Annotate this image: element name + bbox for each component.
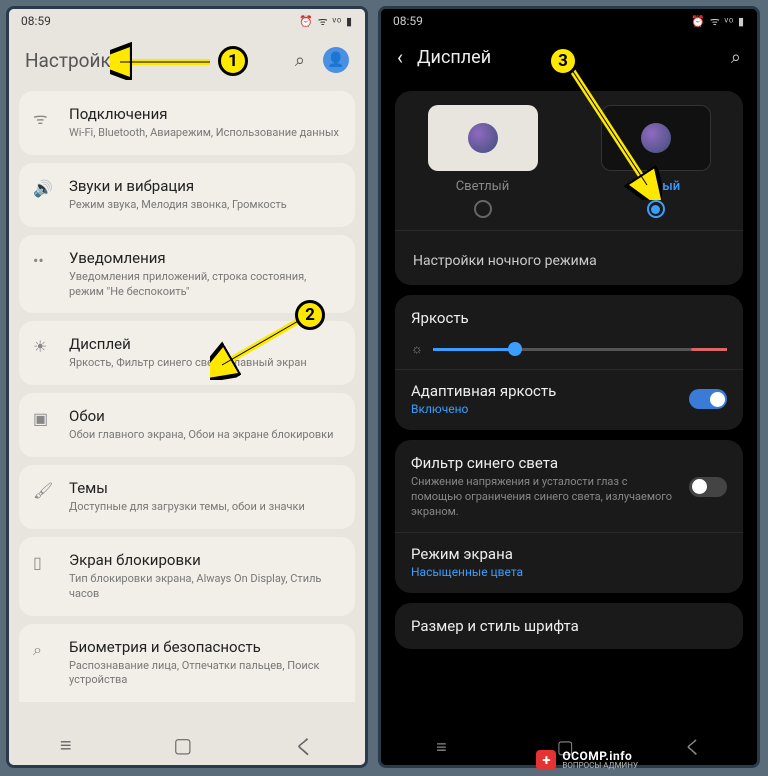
brightness-icon: ☀ [33, 337, 47, 356]
theme-light-label: Светлый [411, 179, 554, 194]
biometrics-item[interactable]: ⌕ Биометрия и безопасность Распознавание… [19, 624, 355, 703]
item-title: Дисплей [69, 335, 343, 353]
lockscreen-icon: ▯ [33, 553, 42, 572]
slider-track[interactable] [433, 348, 727, 351]
screen-mode-value: Насыщенные цвета [411, 565, 727, 579]
watermark-icon: + [536, 750, 556, 770]
status-bar: 08:59 ⏰ ᯤ ᵛᵒ ▮ [381, 9, 757, 33]
bluefilter-card: Фильтр синего света Снижение напряжения … [395, 440, 743, 593]
bluefilter-toggle[interactable] [689, 477, 727, 497]
item-title: Экран блокировки [69, 551, 343, 569]
annotation-marker-2: 2 [295, 300, 325, 330]
adaptive-title: Адаптивная яркость [411, 382, 556, 400]
annotation-marker-1: 1 [218, 46, 248, 76]
account-avatar-icon[interactable]: 👤 [323, 47, 349, 73]
item-subtitle: Распознавание лица, Отпечатки пальцев, П… [69, 659, 343, 689]
settings-header: Настройки ⌕ 👤 [9, 33, 365, 83]
bluefilter-sub: Снижение напряжения и усталости глаз с п… [411, 475, 677, 520]
item-subtitle: Тип блокировки экрана, Always On Display… [69, 572, 343, 602]
sun-icon: ☼ [411, 341, 423, 357]
theme-card: Светлый Темный Настройки ночного режима [395, 91, 743, 285]
bluefilter-row[interactable]: Фильтр синего света Снижение напряжения … [411, 454, 727, 520]
brightness-label: Яркость [411, 309, 727, 327]
theme-dark-option[interactable]: Темный [584, 105, 727, 218]
adaptive-state: Включено [411, 402, 556, 416]
status-icons: ⏰ ᯤ ᵛᵒ ▮ [299, 14, 353, 29]
theme-dark-label: Темный [584, 179, 727, 194]
display-settings-screen: 08:59 ⏰ ᯤ ᵛᵒ ▮ ‹ Дисплей ⌕ Светлый Темны… [378, 6, 760, 768]
watermark-sub: ВОПРОСЫ АДМИНУ [562, 761, 638, 770]
slider-thumb[interactable] [508, 342, 522, 356]
home-button[interactable]: ▢ [173, 733, 192, 757]
adaptive-brightness-row[interactable]: Адаптивная яркость Включено [411, 382, 727, 416]
lockscreen-item[interactable]: ▯ Экран блокировки Тип блокировки экрана… [19, 537, 355, 616]
font-size-title: Размер и стиль шрифта [411, 617, 727, 635]
item-subtitle: Доступные для загрузки темы, обои и знач… [69, 500, 343, 515]
settings-title: Настройки [25, 49, 295, 72]
display-item[interactable]: ☀ Дисплей Яркость, Фильтр синего света, … [19, 321, 355, 385]
status-icons: ⏰ ᯤ ᵛᵒ ▮ [691, 14, 745, 29]
security-icon: ⌕ [33, 640, 42, 660]
item-title: Звуки и вибрация [69, 177, 343, 195]
themes-icon: 🖌 [33, 481, 53, 500]
theme-dark-thumb [601, 105, 711, 171]
status-time: 08:59 [393, 14, 423, 28]
theme-light-radio[interactable] [474, 200, 492, 218]
screen-mode-row[interactable]: Режим экрана Насыщенные цвета [411, 545, 727, 579]
android-nav-bar: ≡ ▢ く [9, 725, 365, 765]
brightness-slider[interactable]: ☼ [411, 341, 727, 357]
notification-icon: •• [33, 251, 44, 270]
font-card[interactable]: Размер и стиль шрифта [395, 603, 743, 649]
status-time: 08:59 [21, 14, 51, 28]
settings-screen: 08:59 ⏰ ᯤ ᵛᵒ ▮ Настройки ⌕ 👤 ᯤ Подключен… [6, 6, 368, 768]
screen-mode-title: Режим экрана [411, 545, 727, 563]
wifi-icon: ᯤ [33, 107, 48, 129]
themes-item[interactable]: 🖌 Темы Доступные для загрузки темы, обои… [19, 465, 355, 529]
watermark: + OCOMP.info ВОПРОСЫ АДМИНУ [536, 749, 638, 770]
settings-list: ᯤ Подключения Wi-Fi, Bluetooth, Авиарежи… [9, 91, 365, 702]
search-icon[interactable]: ⌕ [295, 50, 305, 71]
theme-light-thumb [428, 105, 538, 171]
search-icon[interactable]: ⌕ [731, 47, 741, 68]
item-title: Биометрия и безопасность [69, 638, 343, 656]
sound-icon: 🔊 [33, 179, 53, 198]
item-title: Обои [69, 407, 343, 425]
item-subtitle: Wi-Fi, Bluetooth, Авиарежим, Использован… [69, 126, 343, 141]
recents-button[interactable]: ≡ [60, 733, 72, 758]
item-subtitle: Уведомления приложений, строка состояния… [69, 270, 343, 300]
display-body: Светлый Темный Настройки ночного режима … [381, 91, 757, 649]
item-title: Темы [69, 479, 343, 497]
brightness-card: Яркость ☼ Адаптивная яркость Включено [395, 295, 743, 430]
item-subtitle: Обои главного экрана, Обои на экране бло… [69, 428, 343, 443]
bluefilter-title: Фильтр синего света [411, 454, 677, 472]
adaptive-toggle[interactable] [689, 389, 727, 409]
night-mode-settings[interactable]: Настройки ночного режима [411, 243, 727, 271]
back-button[interactable]: く [294, 731, 314, 760]
item-title: Уведомления [69, 249, 343, 267]
wallpaper-icon: ▣ [33, 409, 48, 428]
theme-light-option[interactable]: Светлый [411, 105, 554, 218]
recents-button[interactable]: ≡ [436, 737, 447, 758]
back-button[interactable]: く [684, 734, 702, 760]
sounds-item[interactable]: 🔊 Звуки и вибрация Режим звука, Мелодия … [19, 163, 355, 227]
theme-dark-radio[interactable] [647, 200, 665, 218]
item-subtitle: Режим звука, Мелодия звонка, Громкость [69, 198, 343, 213]
item-title: Подключения [69, 105, 343, 123]
back-icon[interactable]: ‹ [397, 45, 403, 69]
connections-item[interactable]: ᯤ Подключения Wi-Fi, Bluetooth, Авиарежи… [19, 91, 355, 155]
status-bar: 08:59 ⏰ ᯤ ᵛᵒ ▮ [9, 9, 365, 33]
annotation-marker-3: 3 [548, 46, 578, 76]
wallpaper-item[interactable]: ▣ Обои Обои главного экрана, Обои на экр… [19, 393, 355, 457]
item-subtitle: Яркость, Фильтр синего света, Главный эк… [69, 356, 343, 371]
